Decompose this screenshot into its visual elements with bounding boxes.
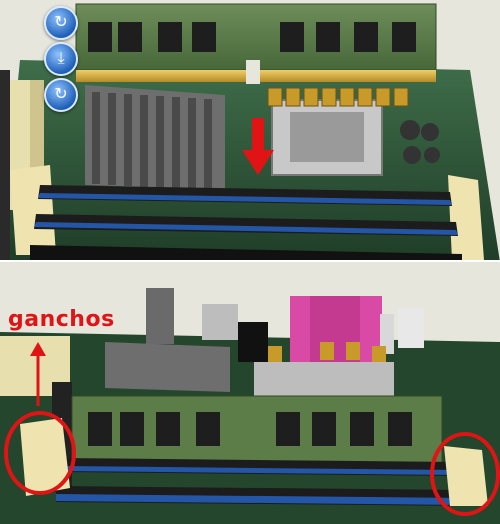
download-button[interactable]: ⤓ xyxy=(44,42,78,76)
motherboard-top-view xyxy=(0,0,500,262)
motherboard-installed-view xyxy=(0,262,500,524)
hooks-label: ganchos xyxy=(8,307,115,332)
rotate-icon: ↻ xyxy=(54,14,68,31)
rotate-button[interactable]: ↻ xyxy=(44,6,78,40)
top-illustration-panel: ↻ ⤓ ↻ xyxy=(0,0,500,262)
download-icon: ⤓ xyxy=(57,50,65,67)
refresh-icon: ↻ xyxy=(54,86,68,103)
bottom-illustration-panel xyxy=(0,262,500,524)
refresh-button[interactable]: ↻ xyxy=(44,78,78,112)
